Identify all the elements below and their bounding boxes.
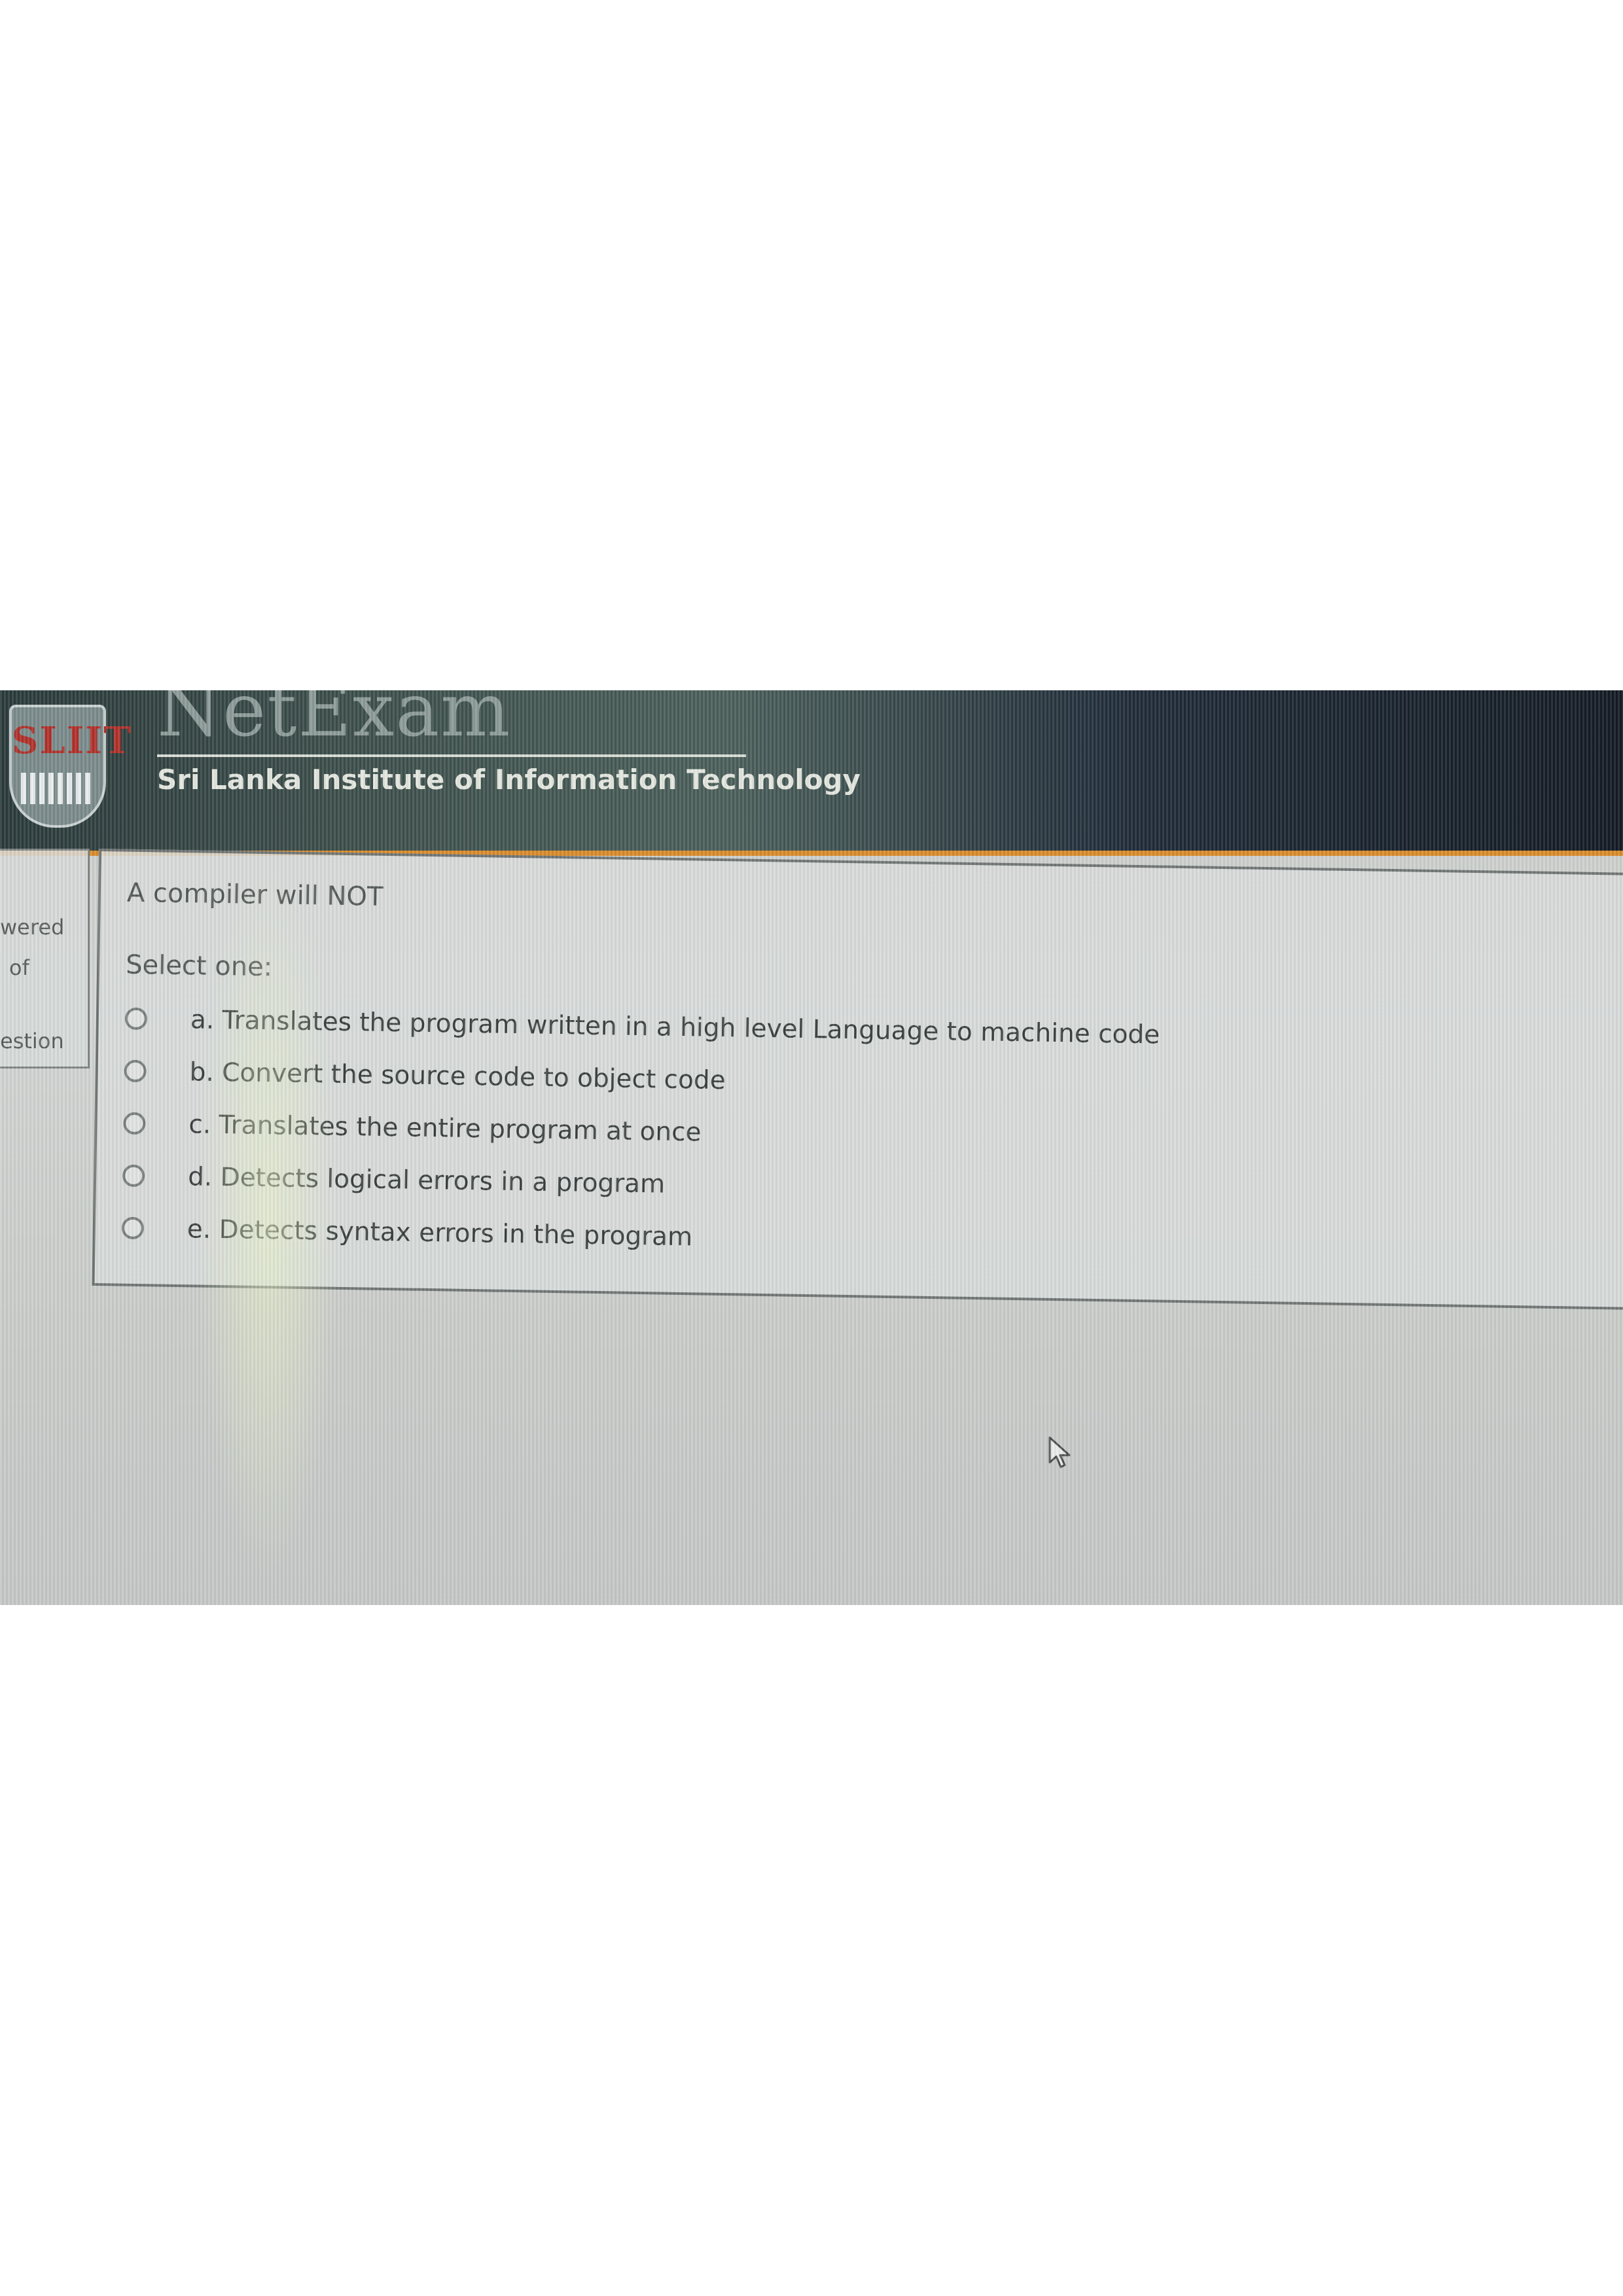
answer-option-label[interactable]: e. Detects syntax errors in the program [187,1214,693,1252]
nav-marks-of: of [9,955,29,980]
logo-text: SLIIT [12,719,132,762]
radio-button-icon[interactable] [122,1164,145,1188]
answer-option-label[interactable]: d. Detects logical errors in a program [188,1162,666,1199]
nav-status-answered: wered [0,915,65,940]
radio-button-icon[interactable] [124,1007,148,1031]
brand-divider [157,754,746,757]
answer-option-label[interactable]: b. Convert the source code to object cod… [189,1057,726,1095]
answer-option-label[interactable]: a. Translates the program written in a h… [190,1005,1160,1050]
radio-button-icon[interactable] [121,1216,145,1240]
logo-bars [21,773,94,804]
answer-option-d[interactable]: d. Detects logical errors in a program [122,1156,666,1204]
quiz-navigation-panel: wered of estion [0,849,90,1069]
answer-option-a[interactable]: a. Translates the program written in a h… [124,999,1160,1055]
institute-name: Sri Lanka Institute of Information Techn… [157,764,861,796]
brand-title: NetExam [157,690,512,753]
answer-option-label[interactable]: c. Translates the entire program at once [188,1110,702,1147]
site-header: SLIIT NetExam Sri Lanka Institute of Inf… [0,690,1623,856]
answer-option-c[interactable]: c. Translates the entire program at once [123,1104,702,1152]
sliit-logo-icon[interactable]: SLIIT [9,705,132,828]
exam-screen: SLIIT NetExam Sri Lanka Institute of Inf… [0,690,1623,1605]
radio-button-icon[interactable] [123,1112,146,1135]
radio-button-icon[interactable] [124,1059,147,1083]
question-card: A compiler will NOT Select one: a. Trans… [92,849,1623,1310]
answer-option-e[interactable]: e. Detects syntax errors in the program [121,1209,692,1257]
answer-option-b[interactable]: b. Convert the source code to object cod… [124,1051,726,1100]
select-one-prompt: Select one: [125,949,273,983]
question-text: A compiler will NOT [126,877,383,912]
nav-flag-question[interactable]: estion [0,1029,64,1053]
mouse-pointer-icon [1048,1436,1071,1468]
